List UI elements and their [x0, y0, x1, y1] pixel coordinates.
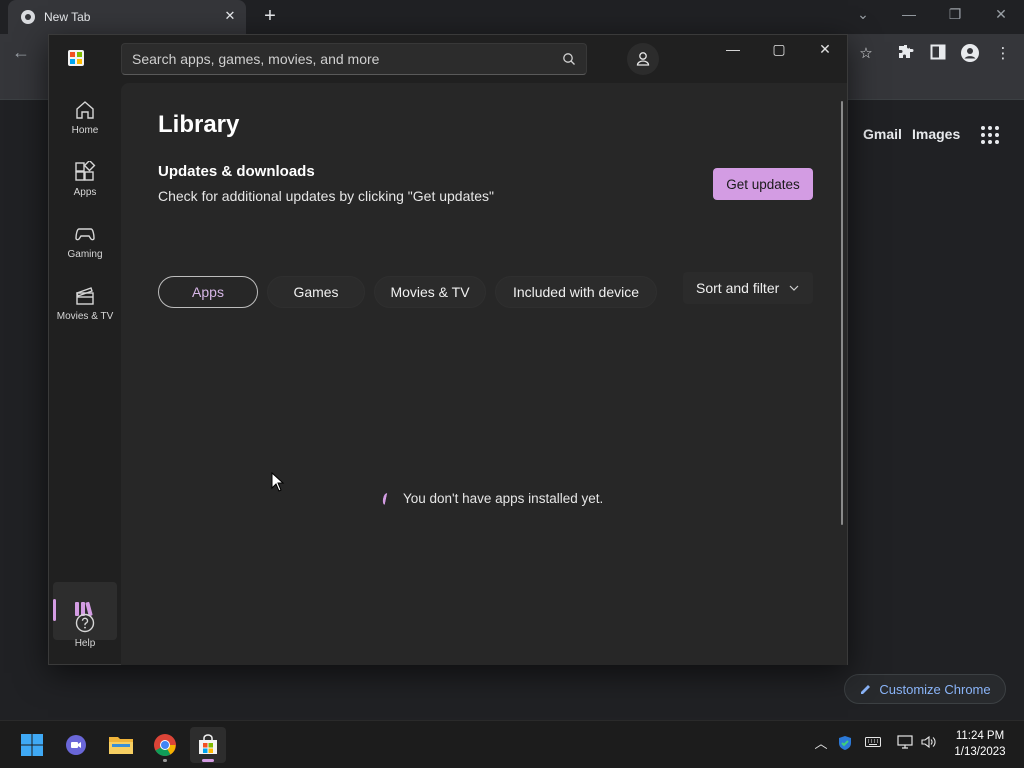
store-close-button[interactable]: ✕ [810, 41, 840, 61]
content-scrollbar[interactable] [841, 101, 843, 525]
chrome-favicon-icon [21, 10, 35, 24]
gmail-link[interactable]: Gmail [863, 126, 902, 142]
nav-item-movies-tv[interactable]: Movies & TV [53, 277, 117, 333]
store-window: — ▢ ✕ Home Apps Gaming Movies & TV Help [48, 34, 848, 665]
images-link[interactable]: Images [912, 126, 960, 142]
tab-search-chevron-icon[interactable]: ⌄ [852, 6, 874, 23]
apps-icon [75, 161, 96, 181]
library-page: Library Updates & downloads Check for ad… [121, 83, 847, 665]
nav-item-home[interactable]: Home [53, 91, 117, 147]
person-icon [636, 52, 650, 66]
keyboard-icon[interactable] [864, 735, 882, 753]
empty-state-message: You don't have apps installed yet. [403, 491, 604, 506]
chrome-tab-strip: New Tab ✕ + ⌄ — ❐ ✕ [0, 0, 1024, 34]
updates-section-description: Check for additional updates by clicking… [158, 188, 495, 204]
nav-item-gaming[interactable]: Gaming [53, 215, 117, 271]
store-taskbar-button[interactable] [190, 727, 226, 763]
filter-tab-games[interactable]: Games [267, 276, 365, 308]
nav-label-movies-tv: Movies & TV [56, 311, 114, 322]
pencil-icon [861, 685, 871, 694]
extensions-icon[interactable] [896, 44, 916, 64]
profile-icon[interactable] [960, 44, 980, 64]
mouse-pointer-icon [271, 472, 285, 492]
store-search-box[interactable] [121, 43, 587, 75]
chrome-menu-icon[interactable]: ⋮ [993, 44, 1013, 64]
start-button[interactable] [14, 727, 50, 763]
nav-item-help[interactable]: Help [53, 604, 117, 660]
teams-chat-icon [66, 735, 86, 755]
customize-chrome-button[interactable]: Customize Chrome [844, 674, 1006, 704]
updates-section-title: Updates & downloads [158, 163, 315, 180]
loading-spinner-icon [381, 492, 391, 505]
file-explorer-button[interactable] [103, 727, 139, 763]
running-indicator [163, 759, 167, 762]
teams-chat-button[interactable] [58, 727, 94, 763]
filter-tab-included-with-device[interactable]: Included with device [495, 276, 657, 308]
store-titlebar: — ▢ ✕ [49, 35, 847, 83]
clock-time: 11:24 PM [955, 730, 1005, 742]
chrome-close-icon[interactable]: ✕ [990, 6, 1012, 23]
back-arrow-icon[interactable]: ← [12, 42, 30, 63]
nav-label-help: Help [74, 638, 96, 649]
chrome-minimize-icon[interactable]: — [898, 6, 920, 22]
nav-label-apps: Apps [73, 187, 97, 198]
microsoft-store-icon [199, 734, 217, 754]
sort-and-filter-dropdown[interactable]: Sort and filter [683, 272, 813, 304]
account-button[interactable] [627, 43, 659, 75]
store-maximize-button[interactable]: ▢ [764, 41, 794, 61]
store-nav-rail: Home Apps Gaming Movies & TV Help [49, 83, 121, 665]
clock-date: 1/13/2023 [954, 746, 1006, 758]
get-updates-button[interactable]: Get updates [713, 168, 813, 200]
chrome-taskbar-button[interactable] [147, 727, 183, 763]
sort-and-filter-label: Sort and filter [696, 280, 780, 296]
google-apps-icon[interactable] [981, 126, 999, 144]
bookmark-star-icon[interactable]: ☆ [856, 44, 876, 64]
empty-state: You don't have apps installed yet. [381, 491, 604, 506]
chrome-icon [154, 734, 176, 756]
store-logo-icon [68, 50, 84, 66]
tray-overflow-chevron-icon[interactable]: ︿ [812, 735, 830, 753]
home-icon [76, 101, 94, 119]
movies-icon [76, 287, 94, 305]
search-icon[interactable] [562, 52, 576, 66]
chrome-restore-icon[interactable]: ❐ [944, 6, 966, 23]
gaming-icon [75, 228, 95, 241]
active-indicator [202, 759, 214, 762]
page-title: Library [158, 111, 240, 138]
customize-chrome-label: Customize Chrome [879, 681, 991, 697]
filter-tab-apps[interactable]: Apps [158, 276, 258, 308]
chrome-tab-title: New Tab [44, 10, 91, 24]
help-icon [75, 613, 95, 633]
side-panel-icon[interactable] [928, 44, 948, 64]
security-shield-icon[interactable] [836, 735, 854, 753]
chrome-tab[interactable]: New Tab ✕ [8, 0, 246, 34]
nav-label-gaming: Gaming [67, 249, 103, 260]
folder-icon [109, 737, 133, 754]
chevron-down-icon [789, 285, 799, 291]
search-input[interactable] [132, 44, 552, 74]
taskbar-clock[interactable]: 11:24 PM 1/13/2023 [944, 728, 1016, 760]
store-minimize-button[interactable]: — [718, 41, 748, 61]
new-tab-button[interactable]: + [259, 6, 281, 26]
network-icon[interactable] [896, 735, 914, 753]
volume-icon[interactable] [920, 735, 938, 753]
nav-item-apps[interactable]: Apps [53, 153, 117, 209]
windows-logo-icon [21, 734, 43, 756]
nav-label-home: Home [71, 125, 99, 136]
tab-close-icon[interactable]: ✕ [222, 8, 238, 24]
filter-tab-movies-tv[interactable]: Movies & TV [374, 276, 486, 308]
